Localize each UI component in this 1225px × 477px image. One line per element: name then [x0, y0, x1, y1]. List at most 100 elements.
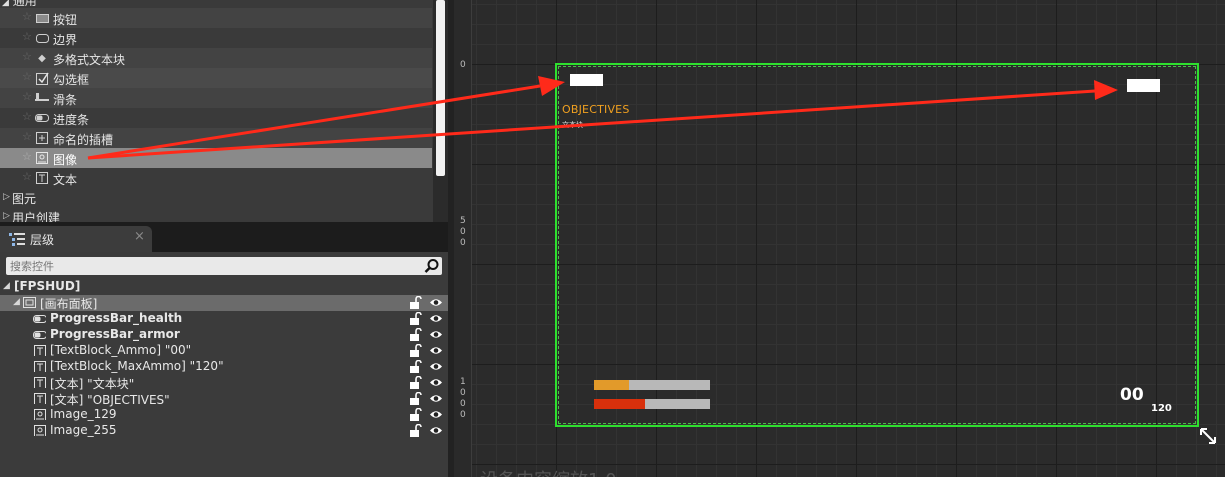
category-label: 用户创建 — [12, 211, 61, 222]
slider-icon — [35, 91, 49, 105]
palette-item-progress-bar[interactable]: ☆ 进度条 — [0, 108, 432, 128]
tree-row-label: ProgressBar_armor — [50, 327, 180, 341]
tree-row-label: Image_255 — [50, 423, 117, 437]
palette-item-named-slot[interactable]: ☆ 命名的插槽 — [0, 128, 432, 148]
progress-bar-armor-fill — [594, 399, 646, 409]
unlock-icon[interactable] — [410, 296, 422, 309]
hierarchy-tree: ◢ [FPSHUD] ◢ [画布面板] ProgressBar_health Pr… — [0, 252, 448, 477]
favorite-star-icon[interactable]: ☆ — [22, 110, 32, 123]
visibility-eye-icon[interactable] — [429, 345, 443, 356]
text-icon — [34, 345, 46, 356]
favorite-star-icon[interactable]: ☆ — [22, 170, 32, 183]
canvas-panel-bounds[interactable] — [555, 63, 1199, 427]
palette-scrollbar[interactable] — [433, 0, 448, 222]
tree-row-widget[interactable]: Image_129 — [0, 407, 448, 423]
favorite-star-icon[interactable]: ☆ — [22, 30, 32, 43]
ruler-label: 0 — [460, 60, 466, 70]
scrollbar-thumb[interactable] — [436, 0, 445, 176]
visibility-eye-icon[interactable] — [429, 425, 443, 436]
palette-item-label: 文本 — [53, 173, 78, 187]
unlock-icon[interactable] — [410, 376, 422, 389]
favorite-star-icon[interactable]: ☆ — [22, 70, 32, 83]
unlock-icon[interactable] — [410, 424, 422, 437]
border-icon — [35, 31, 49, 45]
palette-category-common[interactable]: ◢ 通用 — [0, 0, 432, 8]
expanded-triangle-icon[interactable]: ◢ — [13, 297, 20, 307]
progress-bar-icon — [35, 111, 49, 125]
tree-row-root[interactable]: ◢ [FPSHUD] — [0, 279, 448, 295]
visibility-eye-icon[interactable] — [429, 361, 443, 372]
checkbox-icon — [35, 71, 49, 85]
tree-row-widget[interactable]: ProgressBar_armor — [0, 327, 448, 343]
tree-row-widget[interactable]: [文本] "OBJECTIVES" — [0, 391, 448, 407]
tree-row-widget[interactable]: ProgressBar_health — [0, 311, 448, 327]
palette-item-label: 勾选框 — [53, 73, 90, 87]
favorite-star-icon[interactable]: ☆ — [22, 50, 32, 63]
palette-item-checkbox[interactable]: ☆ 勾选框 — [0, 68, 432, 88]
palette-item-button[interactable]: ☆ 按钮 — [0, 8, 432, 28]
visibility-eye-icon[interactable] — [429, 297, 443, 308]
progress-bar-armor[interactable] — [594, 399, 710, 409]
tree-row-widget[interactable]: [文本] "文本块" — [0, 375, 448, 391]
palette-category-user-created[interactable]: ▷ 用户创建 — [0, 208, 432, 222]
max-ammo-text-widget[interactable]: 120 — [1151, 403, 1172, 414]
tree-row-label: [TextBlock_Ammo] "00" — [50, 343, 192, 357]
visibility-eye-icon[interactable] — [429, 409, 443, 420]
ruler-label: 0 — [460, 238, 466, 248]
dpi-scale-label: 设备内容缩放1.0 — [480, 466, 617, 477]
search-input[interactable] — [6, 257, 420, 275]
expanded-triangle-icon[interactable]: ◢ — [3, 281, 10, 291]
visibility-eye-icon[interactable] — [429, 313, 443, 324]
progress-bar-health[interactable] — [594, 380, 710, 390]
search-icon[interactable] — [424, 258, 440, 274]
palette-item-label: 多格式文本块 — [53, 53, 126, 67]
hierarchy-panel: 层级 × ◢ [FPSHUD] ◢ [画布面板] ProgressBar_hea… — [0, 222, 448, 477]
progress-bar-icon — [33, 331, 46, 339]
tree-row-label: [FPSHUD] — [14, 279, 81, 293]
palette-panel: ◢ 通用 ☆ 按钮 ☆ 边界 ☆ ◆ 多格式文本块 ☆ 勾选框 ☆ 滑条 ☆ 进… — [0, 0, 448, 222]
favorite-star-icon[interactable]: ☆ — [22, 10, 32, 23]
close-icon[interactable]: × — [134, 229, 145, 244]
ammo-text-widget[interactable]: 00 — [1120, 385, 1144, 405]
resize-handle-icon[interactable] — [1199, 427, 1217, 445]
unlock-icon[interactable] — [410, 344, 422, 357]
favorite-star-icon[interactable]: ☆ — [22, 130, 32, 143]
hierarchy-search[interactable] — [6, 257, 442, 275]
tree-row-widget[interactable]: [TextBlock_Ammo] "00" — [0, 343, 448, 359]
named-slot-icon — [35, 131, 49, 145]
palette-item-slider[interactable]: ☆ 滑条 — [0, 88, 432, 108]
visibility-eye-icon[interactable] — [429, 393, 443, 404]
palette-category-primitive[interactable]: ▷ 图元 — [0, 189, 432, 207]
unlock-icon[interactable] — [410, 392, 422, 405]
tree-row-label: Image_129 — [50, 407, 117, 421]
tree-row-label: [TextBlock_MaxAmmo] "120" — [50, 359, 224, 373]
rich-text-icon: ◆ — [38, 52, 46, 64]
visibility-eye-icon[interactable] — [429, 377, 443, 388]
progress-bar-health-fill — [594, 380, 629, 390]
hierarchy-list-icon — [9, 233, 25, 246]
objectives-text-widget[interactable]: OBJECTIVES — [562, 103, 630, 116]
image-widget-129[interactable] — [570, 74, 603, 86]
tab-hierarchy[interactable]: 层级 × — [0, 226, 152, 252]
unlock-icon[interactable] — [410, 408, 422, 421]
tree-row-widget[interactable]: Image_255 — [0, 423, 448, 439]
tree-row-label: [文本] "文本块" — [50, 377, 135, 391]
tree-row-widget[interactable]: [TextBlock_MaxAmmo] "120" — [0, 359, 448, 375]
hierarchy-tab-bar: 层级 × — [0, 222, 448, 252]
favorite-star-icon[interactable]: ☆ — [22, 90, 32, 103]
palette-item-border[interactable]: ☆ 边界 — [0, 28, 432, 48]
palette-item-image[interactable]: ☆ 图像 — [0, 148, 432, 168]
palette-item-text[interactable]: ☆ 文本 — [0, 168, 432, 188]
canvas-panel-icon — [23, 297, 36, 308]
unlock-icon[interactable] — [410, 312, 422, 325]
visibility-eye-icon[interactable] — [429, 329, 443, 340]
image-widget-255[interactable] — [1127, 79, 1160, 92]
category-label: 通用 — [12, 0, 37, 8]
tree-row-canvas-panel[interactable]: ◢ [画布面板] — [0, 295, 448, 311]
unlock-icon[interactable] — [410, 360, 422, 373]
ruler-label: 0 — [460, 388, 466, 398]
favorite-star-icon[interactable]: ☆ — [22, 150, 32, 163]
palette-item-rich-text[interactable]: ☆ ◆ 多格式文本块 — [0, 48, 432, 68]
unlock-icon[interactable] — [410, 328, 422, 341]
text-block-widget[interactable]: 文本块 — [562, 120, 583, 130]
